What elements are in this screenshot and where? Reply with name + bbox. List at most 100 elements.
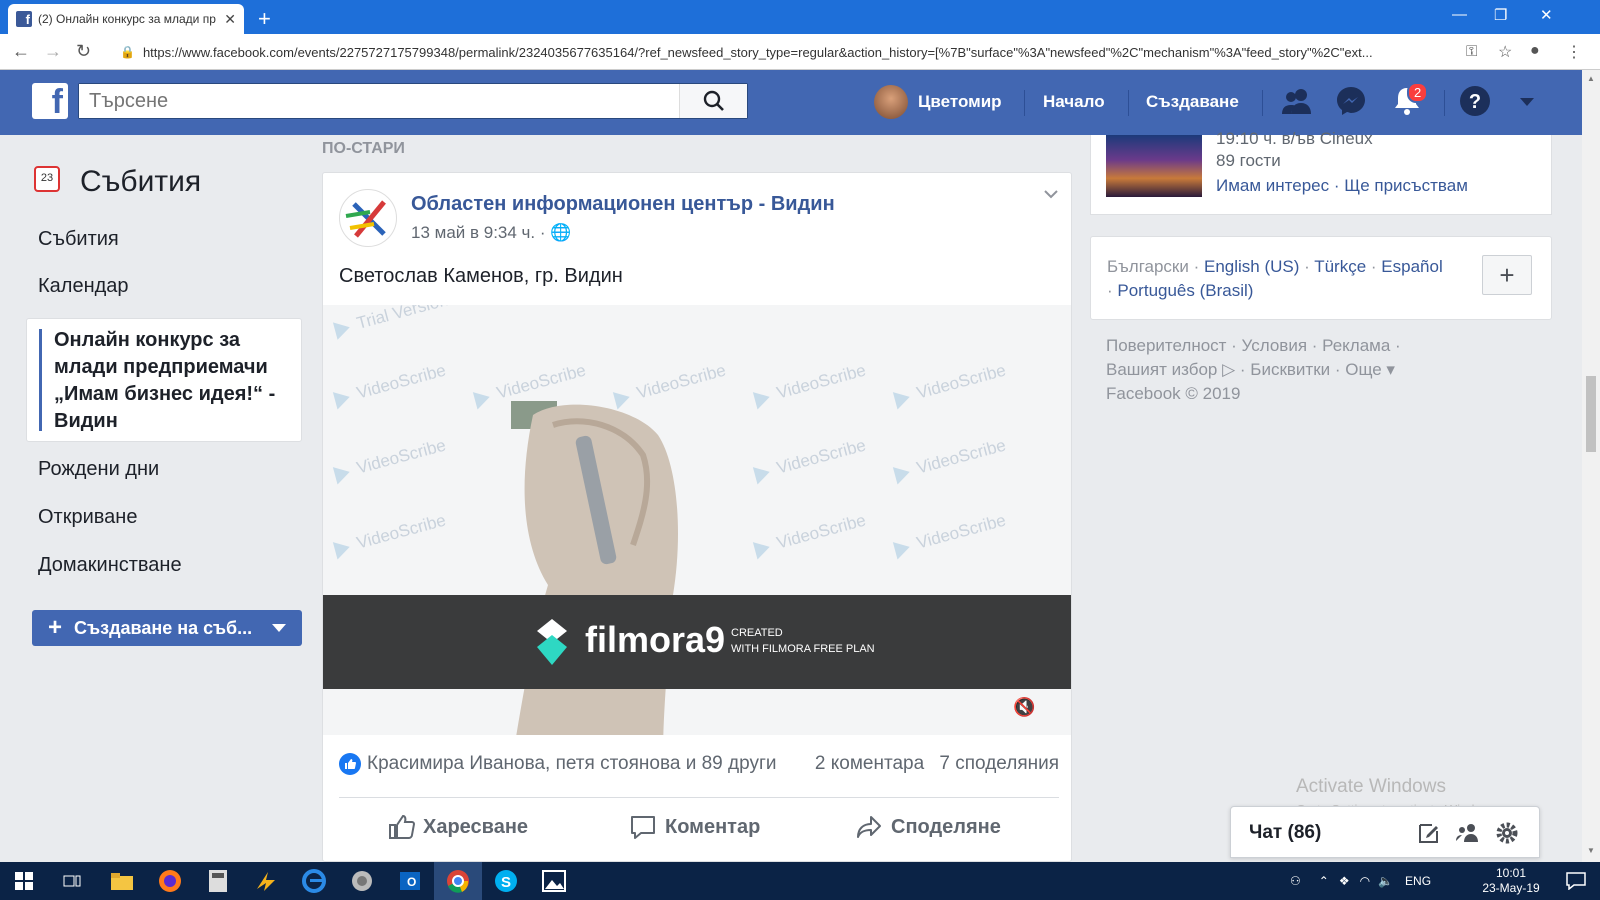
chrome-icon[interactable] — [434, 862, 482, 900]
photos-icon[interactable] — [530, 862, 578, 900]
url-field[interactable]: 🔒 https://www.facebook.com/events/227572… — [112, 39, 1477, 65]
new-tab-button[interactable]: + — [258, 6, 271, 32]
group-chat-icon[interactable] — [1455, 821, 1481, 845]
facebook-logo-icon[interactable]: f — [32, 83, 68, 119]
app-icon[interactable] — [338, 862, 386, 900]
close-window-icon[interactable]: ✕ — [1540, 6, 1553, 24]
action-center-icon[interactable] — [1552, 862, 1600, 900]
scroll-down-icon[interactable]: ▼ — [1587, 846, 1595, 855]
menu-icon[interactable]: ⋮ — [1566, 42, 1582, 62]
key-icon[interactable]: ⚿ — [1466, 43, 1477, 60]
page-logo[interactable] — [339, 189, 397, 247]
language-link[interactable]: Español — [1381, 257, 1442, 276]
outlook-icon[interactable]: O — [386, 862, 434, 900]
volume-icon[interactable]: 🔈 — [1378, 874, 1393, 888]
share-button[interactable]: Споделяне — [855, 813, 1001, 841]
file-explorer-icon[interactable] — [98, 862, 146, 900]
clock[interactable]: 10:01 23-May-19 — [1476, 866, 1546, 896]
help-icon[interactable]: ? — [1458, 84, 1492, 118]
reactions-names[interactable]: Красимира Иванова, петя стоянова и 89 др… — [367, 753, 776, 775]
mute-icon[interactable]: 🔇 — [1013, 697, 1035, 718]
globe-icon: 🌐 — [550, 223, 572, 242]
watermark: VideoScribe — [332, 511, 448, 560]
windows-logo-icon — [15, 872, 33, 890]
interested-link[interactable]: Имам интерес — [1216, 176, 1329, 195]
winamp-icon[interactable] — [242, 862, 290, 900]
thumbs-up-icon — [389, 814, 415, 839]
people-icon[interactable]: ⚇ — [1290, 874, 1301, 888]
active-event-title: Онлайн конкурс за млади предприемачи „Им… — [54, 329, 276, 432]
more-languages-button[interactable]: + — [1482, 255, 1532, 295]
sidebar-item-hosting[interactable]: Домакинстване — [38, 554, 182, 577]
post-author[interactable]: Областен информационен център - Видин — [411, 193, 835, 216]
sidebar-item-birthdays[interactable]: Рождени дни — [38, 458, 159, 481]
task-view-icon[interactable] — [48, 862, 96, 900]
new-message-icon[interactable] — [1417, 821, 1441, 845]
dropbox-icon[interactable]: ❖ — [1339, 874, 1350, 888]
watermark: VideoScribe — [752, 511, 868, 560]
forward-icon[interactable]: → — [44, 41, 62, 62]
sidebar-item-discover[interactable]: Откриване — [38, 506, 137, 529]
scroll-up-icon[interactable]: ▲ — [1587, 74, 1595, 83]
avatar[interactable] — [874, 85, 908, 119]
language-link[interactable]: Türkçe — [1314, 257, 1366, 276]
wifi-icon[interactable]: ◠ — [1360, 874, 1370, 888]
sidebar-item-calendar[interactable]: Календар — [38, 275, 129, 298]
create-link[interactable]: Създаване — [1146, 92, 1239, 112]
minimize-icon[interactable]: — — [1452, 6, 1467, 23]
shares-count[interactable]: 7 споделяния — [939, 753, 1059, 774]
like-button[interactable]: Харесване — [387, 813, 528, 841]
watermark: VideoScribe — [892, 511, 1008, 560]
firefox-icon[interactable] — [146, 862, 194, 900]
language-indicator[interactable]: ENG — [1405, 874, 1431, 888]
reload-icon[interactable]: ↻ — [76, 41, 91, 62]
page-scrollbar[interactable]: ▲ ▼ — [1582, 70, 1600, 862]
current-language: Български — [1107, 257, 1189, 276]
sidebar-item-events[interactable]: Събития — [38, 228, 119, 251]
search-input[interactable] — [79, 84, 679, 118]
create-event-button[interactable]: + Създаване на съб... — [32, 610, 302, 646]
suggested-event-card: 19:10 ч. в/ъв Cineux 89 гости Имам интер… — [1090, 129, 1552, 215]
back-icon[interactable]: ← — [12, 41, 30, 62]
friend-requests-icon[interactable] — [1280, 84, 1314, 118]
start-button[interactable] — [0, 862, 48, 900]
skype-icon[interactable]: S — [482, 862, 530, 900]
footer-line[interactable]: Вашият избор ▷ · Бисквитки · Още ▾ — [1106, 358, 1446, 382]
post-date[interactable]: 13 май в 9:34 ч. · 🌐 — [411, 223, 571, 243]
watermark: VideoScribe — [752, 436, 868, 485]
watermark: Trial Version — [332, 305, 450, 340]
like-reaction-icon — [339, 753, 361, 775]
browser-tab[interactable]: f (2) Онлайн конкурс за млади пр ✕ — [8, 4, 244, 34]
chevron-up-icon[interactable]: ⌃ — [1319, 874, 1329, 888]
event-poster-image[interactable] — [1106, 135, 1202, 197]
restore-icon[interactable]: ❐ — [1494, 6, 1507, 24]
regional-center-logo-icon — [345, 200, 386, 238]
chat-settings-icon[interactable] — [1495, 821, 1519, 845]
comments-count[interactable]: 2 коментара — [815, 753, 924, 774]
going-link[interactable]: Ще присъствам — [1344, 176, 1468, 195]
messenger-icon[interactable] — [1334, 84, 1368, 118]
comment-button[interactable]: Коментар — [629, 813, 760, 841]
post-options-icon[interactable] — [1043, 189, 1059, 199]
search-button[interactable] — [679, 84, 747, 118]
calculator-icon[interactable] — [194, 862, 242, 900]
windows-taskbar: O S ⚇ ⌃ ❖ ◠ 🔈 ENG 10:01 23-May-19 — [0, 862, 1600, 900]
account-menu-icon[interactable] — [1518, 96, 1536, 108]
profile-link[interactable]: Цветомир — [918, 92, 1002, 112]
language-link[interactable]: Português (Brasil) — [1117, 281, 1253, 300]
language-link[interactable]: English (US) — [1204, 257, 1299, 276]
footer-line[interactable]: Поверителност · Условия · Реклама · — [1106, 334, 1446, 358]
close-tab-icon[interactable]: ✕ — [224, 11, 236, 28]
profile-icon[interactable]: ● — [1530, 42, 1540, 60]
scroll-thumb[interactable] — [1586, 376, 1596, 452]
svg-text:S: S — [501, 874, 511, 891]
edge-icon[interactable] — [290, 862, 338, 900]
sidebar-active-event[interactable]: Онлайн конкурс за млади предприемачи „Им… — [26, 318, 302, 442]
filmora-logo-icon — [537, 619, 567, 665]
video-player[interactable]: Trial Version VideoScribe VideoScribe Vi… — [323, 305, 1071, 735]
post-text: Светослав Каменов, гр. Видин — [339, 265, 623, 287]
chat-bar[interactable]: Чат (86) — [1230, 806, 1540, 858]
home-link[interactable]: Начало — [1043, 92, 1105, 112]
watermark: VideoScribe — [892, 361, 1008, 410]
star-icon[interactable]: ☆ — [1498, 42, 1512, 62]
